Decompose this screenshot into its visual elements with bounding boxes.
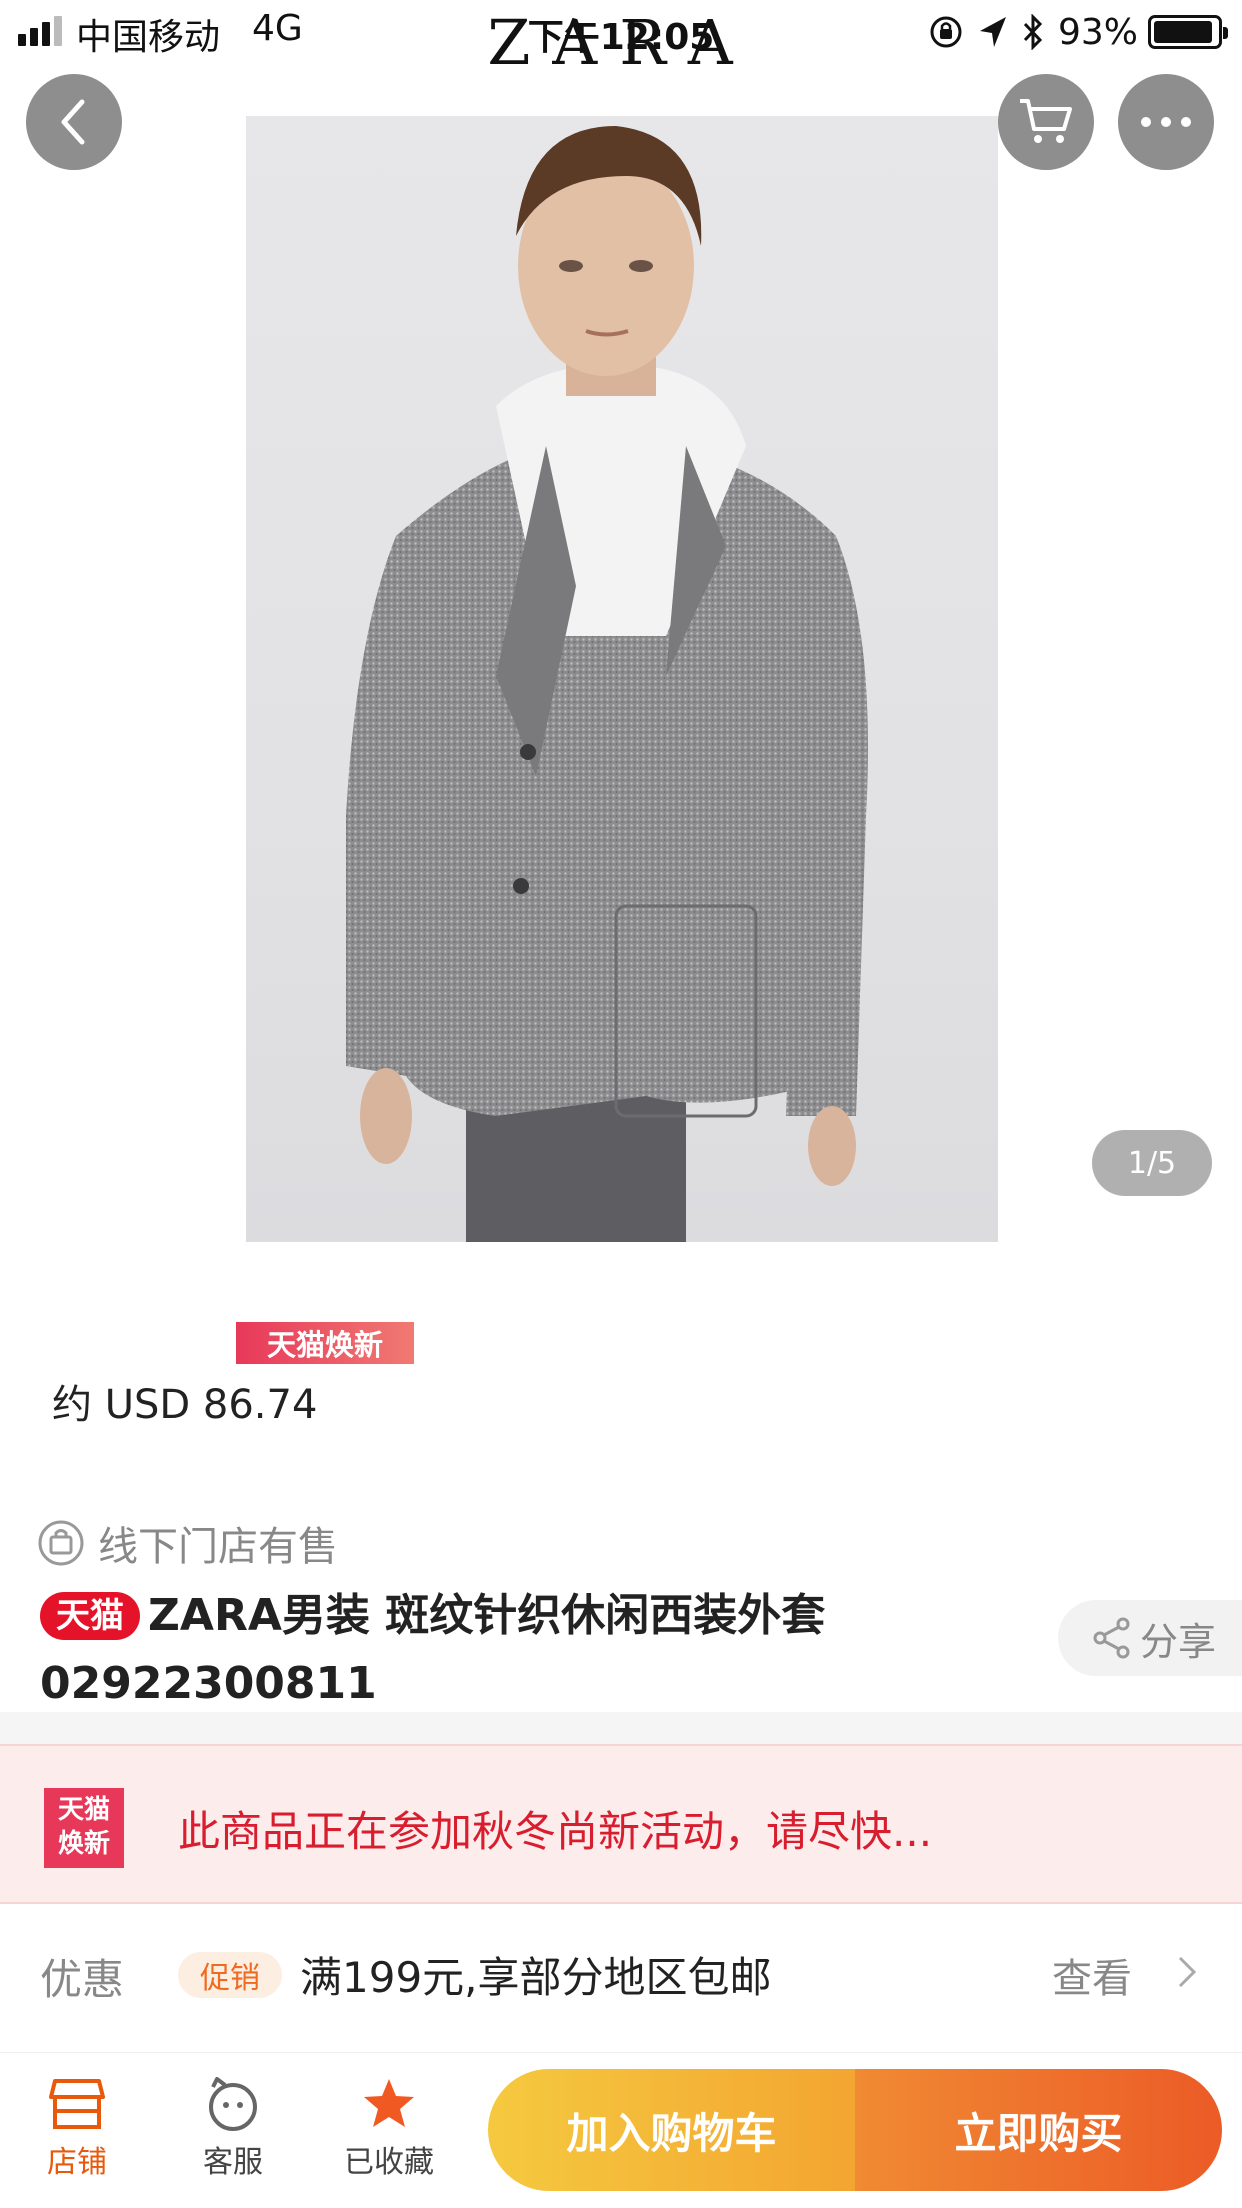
product-gallery[interactable]: 1/5 [0,0,1242,1262]
service-label: 客服 [203,2145,263,2180]
battery-level [1154,21,1212,43]
tmall-badge: 天猫 [40,1592,140,1640]
share-icon [1093,1617,1130,1659]
bag-icon [38,1520,84,1566]
battery-percentage: 93% [1057,11,1138,53]
store-label: 店铺 [47,2145,107,2180]
more-button[interactable] [1118,74,1214,170]
cart-button[interactable] [998,74,1094,170]
back-button[interactable] [26,74,122,170]
more-icon [1141,117,1191,127]
product-price: 约 USD 86.74 [52,1382,318,1428]
status-bar: 中国移动 4G ZARA 下午12:05 93% [0,0,1242,79]
product-title-row: 天猫 ZARA男装 斑纹针织休闲西装外套 02922300811 [40,1582,1040,1718]
favorite-button[interactable]: 已收藏 [334,2077,444,2181]
product-title: ZARA男装 斑纹针织休闲西装外套 02922300811 [40,1590,826,1709]
coupon-view-link[interactable]: 查看 [1052,1946,1132,2004]
model-jacket-illustration [346,126,868,1242]
purchase-button-group: 加入购物车 立即购买 [488,2069,1222,2191]
offline-store-row[interactable]: 线下门店有售 [38,1516,338,1570]
badge-line-2: 焕新 [57,1829,110,1859]
product-photo[interactable] [246,116,998,1242]
orientation-lock-icon [930,16,962,48]
promotion-text: 此商品正在参加秋冬尚新活动，请尽快... [178,1807,933,1856]
share-button[interactable]: 分享 [1058,1600,1242,1676]
bottom-action-bar: 店铺 客服 已收藏 加入购物车 立即购买 [0,2052,1242,2208]
section-divider [0,1712,1242,1744]
favorite-label: 已收藏 [344,2145,434,2180]
add-to-cart-button[interactable]: 加入购物车 [488,2069,855,2191]
status-icons: 93% [914,10,1228,54]
cart-icon [1020,99,1072,143]
battery-icon [1148,15,1228,49]
coupon-label: 优惠 [40,1955,125,2004]
service-icon [209,2077,257,2131]
tmall-renew-badge: 天猫 焕新 [44,1788,124,1868]
back-icon [61,99,85,145]
offline-store-label: 线下门店有售 [98,1524,338,1570]
store-icon [49,2079,105,2129]
bluetooth-icon [1023,14,1043,50]
badge-line-1: 天猫 [57,1795,110,1825]
customer-service-button[interactable]: 客服 [178,2077,288,2181]
location-icon [979,17,1006,47]
coupon-row[interactable]: 优惠 促销 满199元,享部分地区包邮 查看 [0,1906,1242,2042]
tmall-renew-tag: 天猫焕新 [236,1322,414,1364]
buy-now-button[interactable]: 立即购买 [855,2069,1222,2191]
coupon-description: 满199元,享部分地区包邮 [300,1953,772,2002]
gallery-page-indicator: 1/5 [1092,1130,1212,1196]
store-button[interactable]: 店铺 [22,2077,132,2181]
share-label: 分享 [1140,1619,1217,1664]
promotion-tag: 促销 [178,1952,282,1998]
chevron-right-icon [1178,1956,1197,1988]
promotion-banner[interactable]: 天猫 焕新 此商品正在参加秋冬尚新活动，请尽快... [0,1744,1242,1904]
star-icon [364,2079,414,2127]
